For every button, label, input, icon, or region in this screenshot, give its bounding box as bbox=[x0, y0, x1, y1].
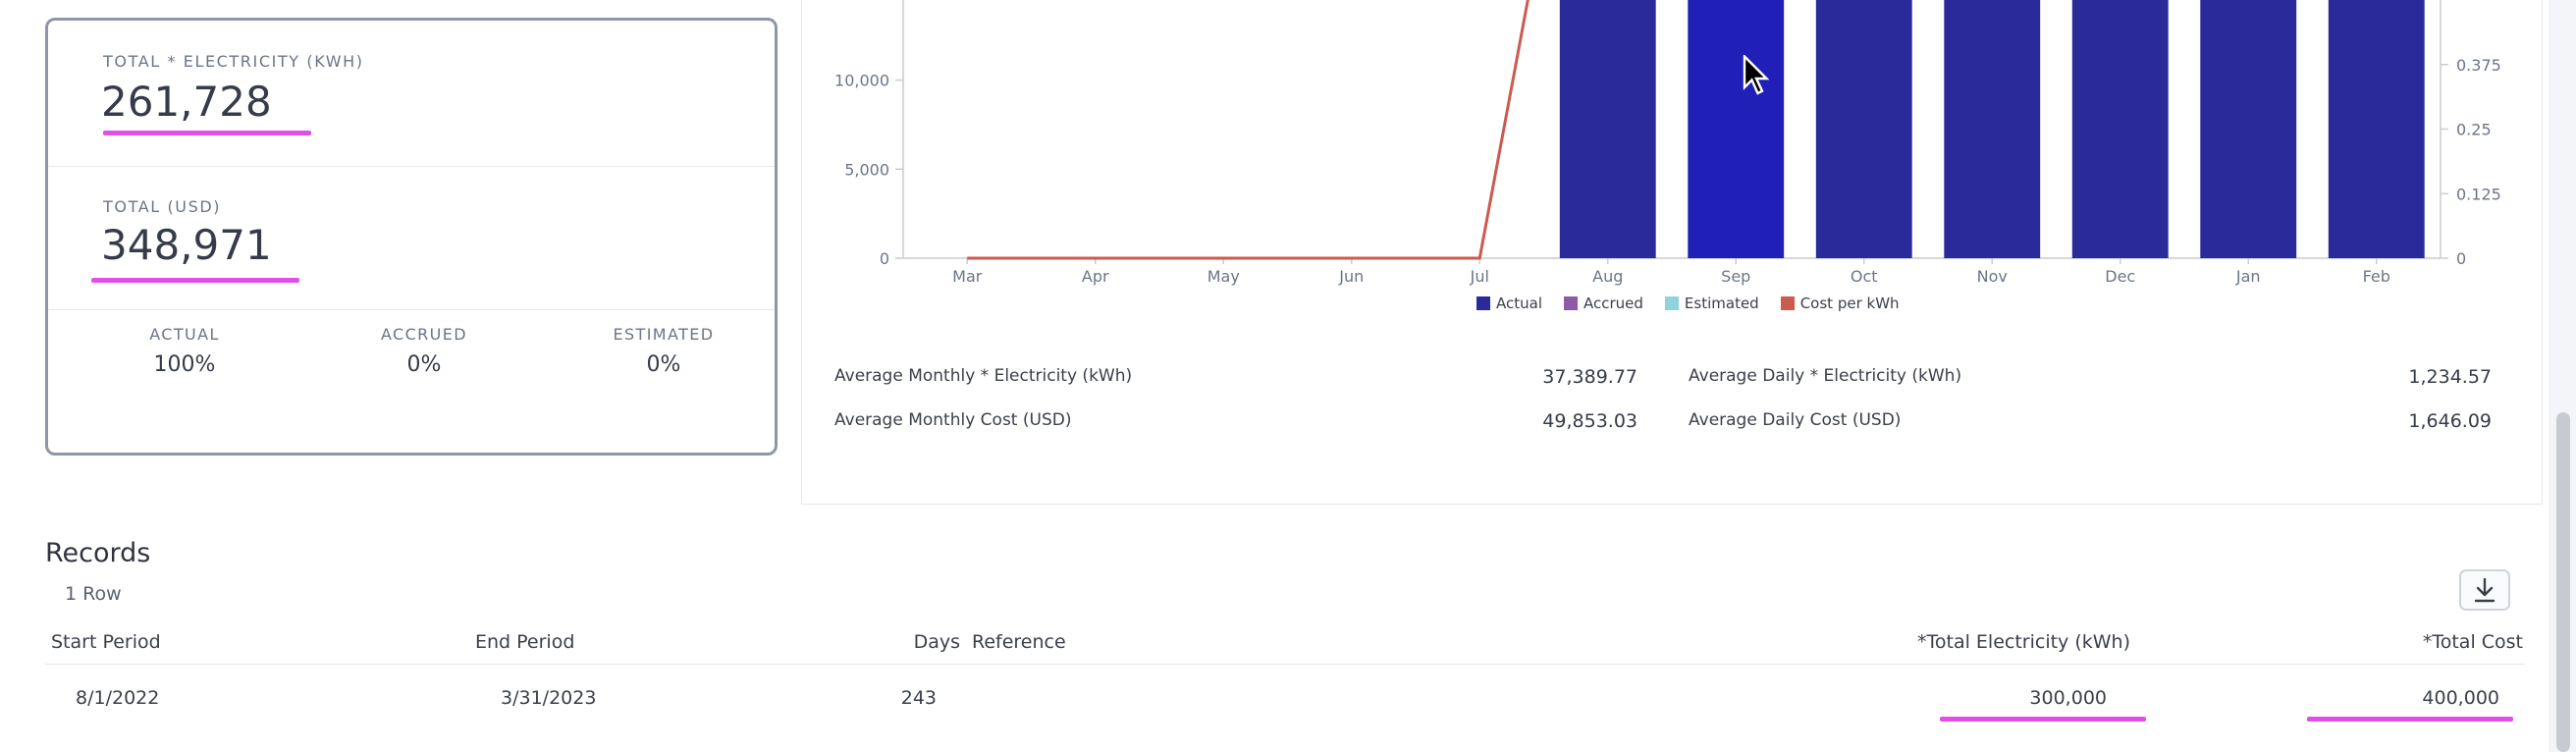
total-usd-value: 348,971 bbox=[101, 221, 272, 269]
x-tick-label: Sep bbox=[1721, 267, 1750, 286]
y-left-tick-label: 10,000 bbox=[834, 72, 889, 90]
actual-value: 100% bbox=[153, 352, 216, 377]
summary-card: TOTAL * ELECTRICITY (KWH) 261,728 TOTAL … bbox=[45, 18, 778, 456]
chart-legend: Actual Accrued Estimated Cost per kWh bbox=[1476, 295, 1900, 312]
col-header-end-period[interactable]: End Period bbox=[475, 631, 574, 653]
legend-swatch-actual bbox=[1476, 296, 1490, 310]
y-right-tick-label: 0.375 bbox=[2456, 56, 2501, 75]
legend-label-estimated: Estimated bbox=[1684, 295, 1759, 312]
avg-monthly-cost-label: Average Monthly Cost (USD) bbox=[834, 410, 1072, 430]
scrollbar-thumb[interactable] bbox=[2556, 412, 2570, 752]
avg-monthly-elec-value: 37,389.77 bbox=[1542, 366, 1637, 388]
mouse-cursor-icon bbox=[1743, 55, 1770, 95]
bar-jan bbox=[2200, 0, 2297, 258]
bar-feb bbox=[2328, 0, 2425, 258]
x-tick-label: Jun bbox=[1338, 267, 1364, 286]
download-button[interactable] bbox=[2459, 569, 2510, 611]
legend-label-actual: Actual bbox=[1496, 295, 1542, 312]
usage-chart: 0 5,000 10,000 0 0.125 0.25 0.375 Mar Apr May Jun J… bbox=[834, 0, 2501, 286]
table-row[interactable] bbox=[45, 670, 2525, 728]
bar-oct bbox=[1815, 0, 1912, 258]
legend-swatch-cost-per-kwh bbox=[1780, 296, 1795, 310]
cell-days: 243 bbox=[900, 687, 937, 709]
avg-daily-cost-label: Average Daily Cost (USD) bbox=[1689, 410, 1902, 430]
actual-label: ACTUAL bbox=[149, 325, 220, 344]
y-left-tick-label: 0 bbox=[880, 249, 889, 268]
legend-item-actual[interactable]: Actual bbox=[1476, 295, 1542, 312]
bar-aug bbox=[1559, 0, 1656, 258]
divider bbox=[48, 166, 775, 167]
legend-label-accrued: Accrued bbox=[1583, 295, 1643, 312]
records-title: Records bbox=[45, 538, 151, 568]
col-header-total-cost[interactable]: *Total Cost bbox=[2258, 631, 2523, 653]
bar-nov bbox=[1944, 0, 2041, 258]
cell-end-period: 3/31/2023 bbox=[501, 687, 597, 709]
y-right-tick-label: 0.25 bbox=[2456, 121, 2492, 139]
total-electricity-value: 261,728 bbox=[101, 78, 272, 126]
total-electricity-underline bbox=[1940, 717, 2146, 722]
x-tick-label: Nov bbox=[1977, 267, 2008, 286]
accrued-value: 0% bbox=[406, 352, 442, 377]
table-header-divider bbox=[45, 664, 2525, 665]
col-header-reference[interactable]: Reference bbox=[972, 631, 1066, 653]
legend-item-estimated[interactable]: Estimated bbox=[1664, 295, 1759, 312]
x-tick-label: Apr bbox=[1082, 267, 1109, 286]
avg-daily-cost-value: 1,646.09 bbox=[2408, 410, 2492, 432]
legend-item-accrued[interactable]: Accrued bbox=[1564, 295, 1643, 312]
total-electricity-label: TOTAL * ELECTRICITY (KWH) bbox=[103, 52, 364, 71]
y-right-tick-label: 0.125 bbox=[2456, 185, 2501, 203]
bar-dec bbox=[2071, 0, 2169, 258]
cell-total-cost: 400,000 bbox=[2422, 687, 2499, 709]
cell-total-electricity: 300,000 bbox=[2029, 687, 2107, 709]
avg-daily-elec-value: 1,234.57 bbox=[2408, 366, 2492, 388]
x-tick-label: Feb bbox=[2363, 267, 2390, 286]
accrued-label: ACCRUED bbox=[380, 325, 468, 344]
legend-swatch-estimated bbox=[1664, 296, 1679, 310]
x-tick-label: Mar bbox=[952, 267, 983, 286]
x-tick-label: Dec bbox=[2105, 267, 2135, 286]
row-count: 1 Row bbox=[65, 583, 122, 605]
x-tick-label: Aug bbox=[1592, 267, 1623, 286]
avg-monthly-elec-label: Average Monthly * Electricity (kWh) bbox=[834, 366, 1133, 386]
y-left-tick-label: 5,000 bbox=[844, 160, 889, 179]
total-electricity-underline bbox=[103, 131, 311, 135]
divider bbox=[48, 309, 775, 310]
avg-daily-elec-label: Average Daily * Electricity (kWh) bbox=[1689, 366, 1962, 386]
x-tick-label: Oct bbox=[1851, 267, 1878, 286]
col-header-total-electricity[interactable]: *Total Electricity (kWh) bbox=[1797, 631, 2130, 653]
legend-item-cost-per-kwh[interactable]: Cost per kWh bbox=[1780, 295, 1900, 312]
x-tick-label: May bbox=[1208, 267, 1240, 286]
bar-sep bbox=[1688, 0, 1785, 258]
total-usd-underline bbox=[91, 278, 299, 283]
col-header-start-period[interactable]: Start Period bbox=[51, 631, 161, 653]
x-tick-label: Jul bbox=[1470, 267, 1489, 286]
x-tick-label: Jan bbox=[2235, 267, 2261, 286]
avg-monthly-cost-value: 49,853.03 bbox=[1542, 410, 1637, 432]
col-header-days[interactable]: Days bbox=[864, 631, 960, 653]
cell-start-period: 8/1/2022 bbox=[76, 687, 160, 709]
total-cost-underline bbox=[2307, 717, 2513, 722]
legend-swatch-accrued bbox=[1564, 296, 1578, 310]
y-right-tick-label: 0 bbox=[2456, 249, 2466, 268]
legend-label-cost-per-kwh: Cost per kWh bbox=[1799, 295, 1900, 312]
estimated-label: ESTIMATED bbox=[613, 325, 715, 344]
download-icon bbox=[2474, 577, 2496, 603]
total-usd-label: TOTAL (USD) bbox=[103, 197, 222, 216]
estimated-value: 0% bbox=[646, 352, 681, 377]
